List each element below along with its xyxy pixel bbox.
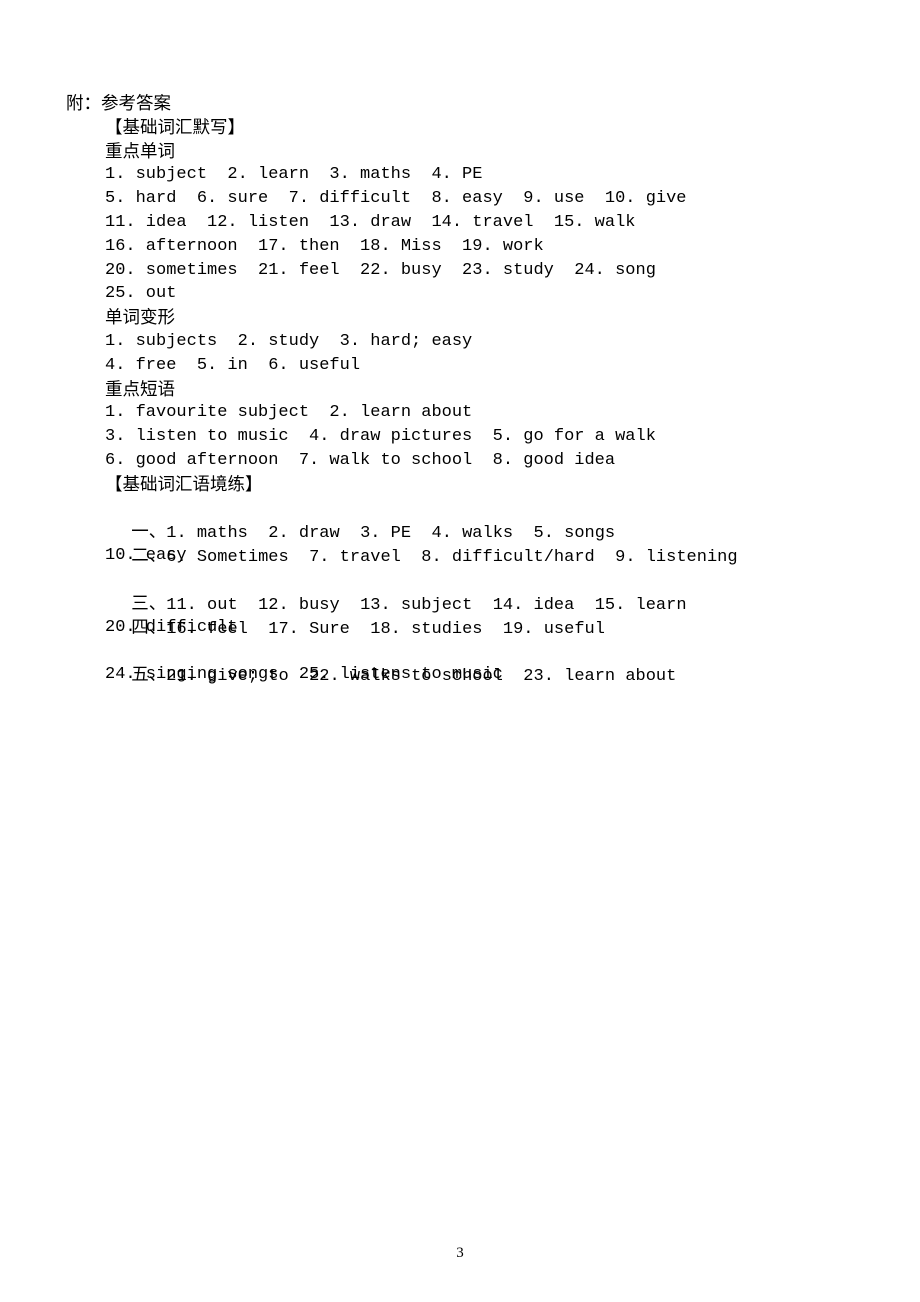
- document-page: 附：参考答案 【基础词汇默写】 重点单词 1. subject 2. learn…: [0, 0, 920, 1302]
- answer-group-1: 一、1. maths 2. draw 3. PE 4. walks 5. son…: [66, 497, 866, 543]
- answer-line: 1. favourite subject 2. learn about: [105, 403, 473, 423]
- answer-line: 20. sometimes 21. feel 22. busy 23. stud…: [105, 260, 656, 280]
- subsection-label-key-phrases: 重点短语: [105, 378, 175, 399]
- page-number: 3: [456, 1245, 464, 1261]
- answer-line: 11. out 12. busy 13. subject 14. idea 15…: [166, 595, 687, 615]
- answer-line: 24. singing songs 25. listens to music: [105, 665, 503, 685]
- answer-line: 5. hard 6. sure 7. difficult 8. easy 9. …: [105, 189, 687, 209]
- answer-line: 1. maths 2. draw 3. PE 4. walks 5. songs: [166, 524, 616, 544]
- answer-group-3: 三、11. out 12. busy 13. subject 14. idea …: [66, 568, 866, 615]
- answer-key-body: 附：参考答案 【基础词汇默写】 重点单词 1. subject 2. learn…: [66, 92, 866, 687]
- answer-line: 3. listen to music 4. draw pictures 5. g…: [105, 427, 656, 447]
- answer-line: 1. subject 2. learn 3. maths 4. PE: [105, 165, 483, 185]
- group-marker: 三、: [131, 592, 167, 613]
- section-title-contextual-practice: 【基础词汇语境练】: [105, 473, 263, 494]
- answer-line: 6. good afternoon 7. walk to school 8. g…: [105, 450, 616, 470]
- section-title-vocabulary-dictation: 【基础词汇默写】: [105, 116, 245, 137]
- subsection-label-word-forms: 单词变形: [105, 307, 175, 328]
- answer-line: 16. afternoon 17. then 18. Miss 19. work: [105, 236, 544, 256]
- answer-group-5: 五、21. give; to 22. walks to school 23. l…: [66, 639, 866, 686]
- answer-line: 25. out: [105, 284, 177, 304]
- subsection-label-key-words: 重点单词: [105, 140, 175, 161]
- answer-line: 6. Sometimes 7. travel 8. difficult/hard…: [166, 548, 738, 568]
- document-heading: 附：参考答案: [66, 93, 171, 113]
- answer-line: 11. idea 12. listen 13. draw 14. travel …: [105, 212, 636, 232]
- answer-line: 4. free 5. in 6. useful: [105, 355, 361, 375]
- answer-line: 1. subjects 2. study 3. hard; easy: [105, 331, 473, 351]
- group-marker: 一、: [131, 521, 167, 542]
